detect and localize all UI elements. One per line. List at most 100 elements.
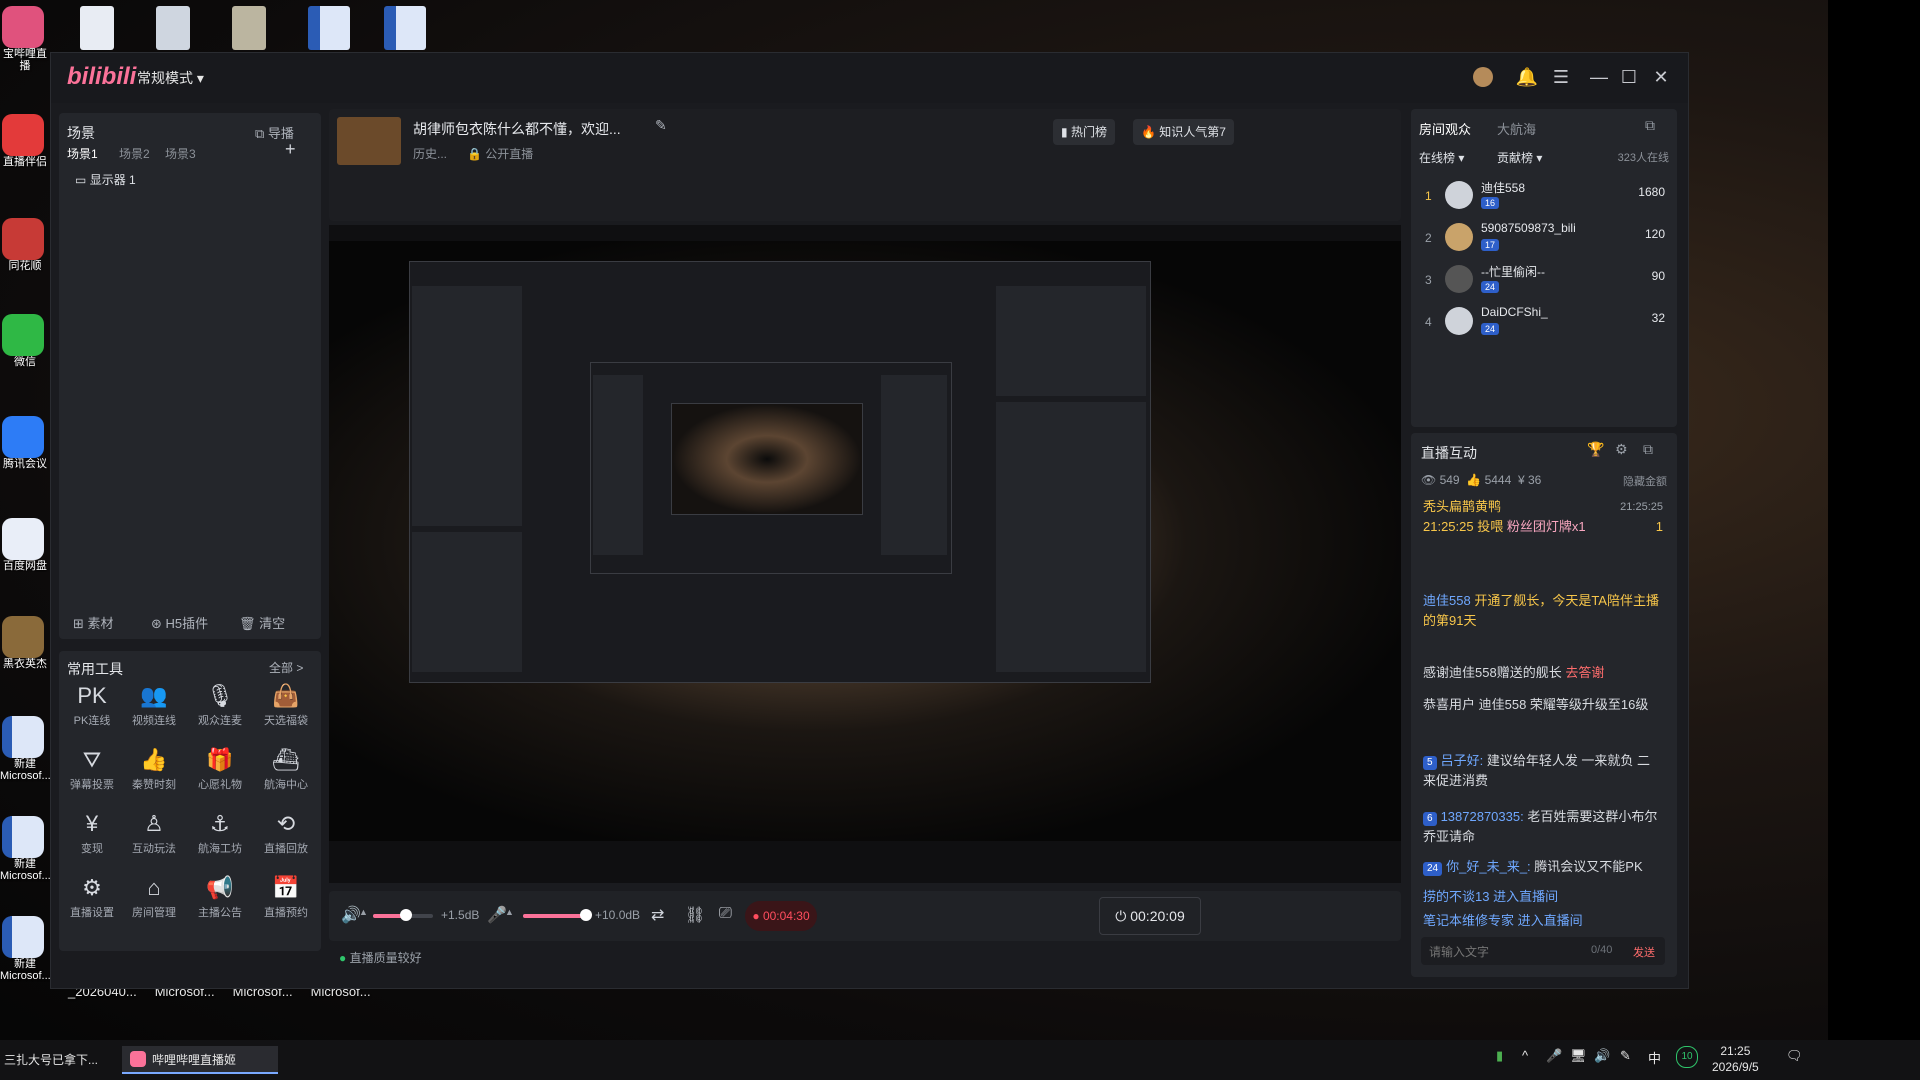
close-icon[interactable]: ✕ (1649, 65, 1673, 89)
tool-replay[interactable]: ⟲ 直播回放 (255, 811, 317, 856)
chat-user[interactable]: 13872870335: (1441, 809, 1524, 824)
desktop-file-icon[interactable] (156, 6, 190, 50)
mixer-icon[interactable]: ⇄ (651, 905, 664, 925)
chat-user[interactable]: 迪佳558 (1423, 593, 1471, 608)
popout-icon[interactable]: ⧉ (1643, 441, 1653, 458)
history-link[interactable]: 历史... (413, 145, 447, 162)
live-preview[interactable] (329, 225, 1401, 883)
desktop-icon-wechat[interactable]: 微信 (0, 310, 46, 402)
desktop-file-icon[interactable] (80, 6, 114, 50)
speaker-icon[interactable]: 🔊 (341, 905, 361, 925)
maximize-icon[interactable]: ☐ (1617, 65, 1641, 89)
popout-icon[interactable]: ⧉ (1645, 117, 1655, 134)
tab-room-audience[interactable]: 房间观众 (1419, 119, 1471, 138)
desktop-icon-word-1[interactable]: 新建 Microsof... (0, 712, 50, 804)
tool-live-settings[interactable]: ⚙ 直播设置 (61, 875, 123, 920)
screen-cast-icon[interactable]: ⎚ (719, 905, 732, 923)
ime-indicator[interactable]: 中 (1648, 1048, 1661, 1067)
public-live-toggle[interactable]: 🔒 公开直播 (467, 145, 533, 162)
chevron-up-icon[interactable]: ^ (1522, 1048, 1528, 1063)
tool-room-manage[interactable]: ⌂ 房间管理 (123, 875, 185, 920)
mode-dropdown[interactable]: 常规模式 ▾ (137, 68, 204, 88)
tab-scene-1[interactable]: 场景1 (67, 145, 98, 162)
chat-user[interactable]: 你_好_未_来_: (1446, 859, 1531, 874)
audience-row[interactable]: 3 --忙里偷闲-- 24 90 (1419, 263, 1669, 303)
tab-scene-2[interactable]: 场景2 (119, 145, 150, 162)
desktop-icon-tencent-meeting[interactable]: 腾讯会议 (0, 412, 47, 504)
tool-interact[interactable]: ♙ 互动玩法 (123, 811, 185, 856)
chevron-up-icon[interactable]: ▲ (505, 907, 514, 917)
audience-row[interactable]: 4 DaiDCFShi_ 24 32 (1419, 305, 1669, 345)
avatar-icon[interactable] (1471, 65, 1495, 89)
network-icon[interactable]: 🖥 (1570, 1048, 1587, 1064)
tool-audience-mic[interactable]: 🎙 观众连麦 (189, 683, 251, 728)
tool-pk[interactable]: PK PK连线 (61, 683, 123, 728)
source-item-display[interactable]: ▭ 显示器 1 (75, 171, 136, 188)
tools-all-link[interactable]: 全部 > (269, 659, 303, 676)
add-scene-button[interactable]: + (285, 139, 296, 160)
send-button[interactable]: 发送 (1633, 944, 1655, 960)
stream-cover[interactable] (337, 117, 401, 165)
hide-amount-toggle[interactable]: 隐藏金额 (1623, 473, 1667, 489)
desktop-icon-word-3[interactable]: 新建 Microsof... (0, 912, 50, 1004)
gift-user[interactable]: 秃头扁鹊黄鸭 (1423, 499, 1501, 514)
tab-online-rank[interactable]: 在线榜 ▾ (1419, 149, 1464, 166)
menu-icon[interactable]: ☰ (1549, 65, 1573, 89)
audience-row[interactable]: 1 迪佳558 16 1680 (1419, 179, 1669, 219)
tool-workshop[interactable]: ⚓ 航海工坊 (189, 811, 251, 856)
link-off-icon[interactable]: ⛓ (685, 905, 705, 925)
live-timer[interactable]: ⏻ 00:20:09 (1099, 897, 1201, 935)
volume-icon[interactable]: 🔊 (1594, 1048, 1610, 1064)
desktop-icon-dos-game[interactable]: 黑衣英杰 (0, 612, 47, 704)
tool-reserve[interactable]: 📅 直播预约 (255, 875, 317, 920)
slider-knob[interactable] (400, 909, 412, 921)
h5-plugin-button[interactable]: ⊛ H5插件 (151, 613, 208, 632)
edit-icon[interactable]: ✎ (655, 117, 667, 134)
pen-icon[interactable]: ✎ (1620, 1048, 1631, 1064)
tab-contrib-rank[interactable]: 贡献榜 ▾ (1497, 149, 1542, 166)
tab-scene-3[interactable]: 场景3 (165, 145, 196, 162)
tool-lucky-bag[interactable]: 👜 天选福袋 (255, 683, 317, 728)
chat-user[interactable]: 吕子好: (1441, 753, 1484, 768)
clear-button[interactable]: 🗑 清空 (239, 613, 285, 632)
minimize-icon[interactable]: — (1587, 65, 1611, 89)
knowledge-rank-button[interactable]: 🔥 知识人气第7 (1133, 119, 1234, 145)
mic-tray-icon[interactable]: 🎤 (1546, 1048, 1562, 1064)
tool-like-moment[interactable]: 👍 秦赞时刻 (123, 747, 185, 792)
taskbar-item[interactable]: 三扎大号已拿下... (4, 1046, 114, 1074)
taskbar-item-active[interactable]: 哔哩哔哩直播姬 (122, 1046, 278, 1074)
tool-monetize[interactable]: ¥ 变现 (61, 811, 123, 856)
battery-icon[interactable]: ▮ (1496, 1048, 1503, 1064)
slider-knob[interactable] (579, 909, 592, 921)
tab-captain[interactable]: 大航海 (1497, 119, 1536, 138)
bell-icon[interactable]: 🔔 (1515, 65, 1539, 89)
chevron-up-icon[interactable]: ▲ (359, 907, 368, 917)
thank-link[interactable]: 去答谢 (1565, 665, 1604, 680)
notification-badge[interactable]: 10 (1676, 1046, 1698, 1068)
gear-icon[interactable]: ⚙ (1615, 441, 1628, 458)
desktop-file-icon[interactable] (232, 6, 266, 50)
desktop-icon-tonghuashun[interactable]: 同花顺 (0, 214, 46, 306)
hot-rank-button[interactable]: ▮ 热门榜 (1053, 119, 1115, 145)
tool-ship-center[interactable]: ⛴ 航海中心 (255, 747, 317, 792)
tool-announce[interactable]: 📢 主播公告 (189, 875, 251, 920)
chat-input[interactable] (1427, 942, 1581, 962)
clock[interactable]: 21:25 2026/9/5 (1712, 1043, 1759, 1075)
desktop-icon-baidu-netdisk[interactable]: 百度网盘 (0, 514, 47, 606)
desktop-word-icon[interactable] (308, 6, 350, 50)
trophy-icon[interactable]: 🏆 (1587, 441, 1604, 458)
material-button[interactable]: ⊞ 素材 (73, 613, 114, 632)
record-button[interactable]: ● 00:04:30 (745, 901, 817, 931)
mic-icon[interactable]: 🎤 (487, 905, 507, 925)
desktop-icon-live-companion[interactable]: 直播伴侣 (0, 110, 47, 202)
desktop-icon-word-2[interactable]: 新建 Microsof... (0, 812, 50, 904)
audience-row[interactable]: 2 59087509873_bili 17 120 (1419, 221, 1669, 261)
action-center-icon[interactable]: 🗨 (1786, 1048, 1803, 1064)
tool-vote[interactable]: ⛛ 弹幕投票 (61, 747, 123, 792)
tool-video-link[interactable]: 👥 视频连线 (123, 683, 185, 728)
tool-wish-gift[interactable]: 🎁 心愿礼物 (189, 747, 251, 792)
chat-input-box[interactable]: 0/40 发送 (1421, 937, 1665, 965)
desktop-icon-bili[interactable]: 宝哔哩直播 (0, 2, 47, 94)
desktop-word-icon[interactable] (384, 6, 426, 50)
speaker-volume-slider[interactable] (373, 909, 433, 921)
